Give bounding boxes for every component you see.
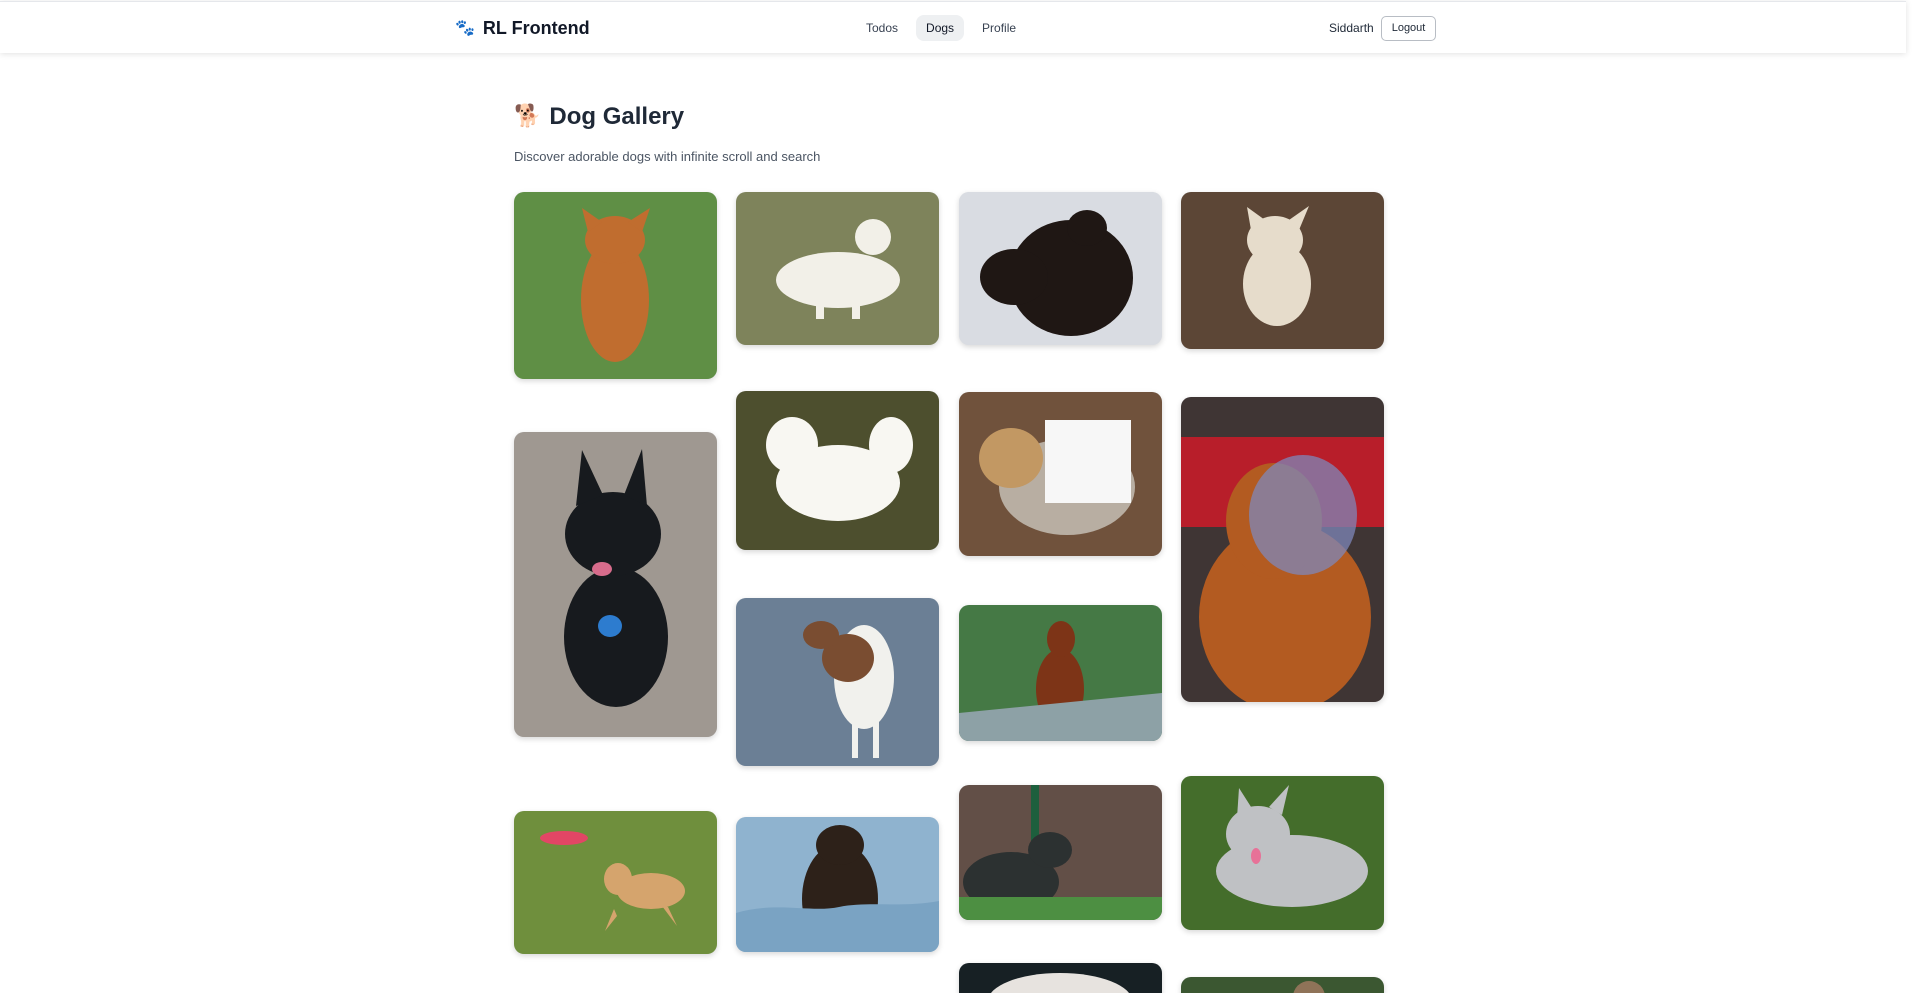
dog-card-11[interactable]: Dog photo 11 bbox=[514, 811, 717, 954]
dog-photo-alt: Dog photo 1 bbox=[514, 192, 515, 193]
dog-photo-alt: Dog photo 9 bbox=[736, 598, 737, 599]
brand[interactable]: 🐾 RL Frontend bbox=[455, 17, 590, 39]
dog-photo-alt: Dog photo 7 bbox=[959, 392, 960, 393]
nav-dogs-link[interactable]: Dogs bbox=[916, 15, 965, 41]
dog-photo bbox=[736, 391, 939, 550]
dog-photo bbox=[1181, 776, 1384, 930]
dog-card-1[interactable]: Dog photo 1 bbox=[514, 192, 717, 379]
dog-photo-alt: Dog photo 15 bbox=[959, 963, 960, 964]
dog-card-13[interactable]: Dog photo 13 bbox=[959, 785, 1162, 920]
dog-card-4[interactable]: Dog photo 4 bbox=[1181, 192, 1384, 349]
dog-photo bbox=[959, 392, 1162, 556]
dog-photo bbox=[736, 817, 939, 952]
dog-photo bbox=[1181, 977, 1384, 993]
dog-card-15[interactable]: Dog photo 15 bbox=[959, 963, 1162, 993]
dog-card-8[interactable]: Dog photo 8 bbox=[1181, 397, 1384, 702]
dog-photo-alt: Dog photo 2 bbox=[736, 192, 737, 193]
dog-photo bbox=[736, 192, 939, 345]
dog-photo-alt: Dog photo 6 bbox=[736, 391, 737, 392]
nav-todos-link[interactable]: Todos bbox=[856, 15, 908, 41]
user-area: Siddarth Logout bbox=[1329, 15, 1437, 41]
dog-photo bbox=[959, 785, 1162, 920]
dog-photo-alt: Dog photo 14 bbox=[1181, 776, 1182, 777]
dog-photo bbox=[736, 598, 939, 766]
dog-card-2[interactable]: Dog photo 2 bbox=[736, 192, 939, 345]
logout-button[interactable]: Logout bbox=[1380, 15, 1437, 41]
dog-photo-alt: Dog photo 4 bbox=[1181, 192, 1182, 193]
dog-photo-alt: Dog photo 10 bbox=[959, 605, 960, 606]
dog-card-7[interactable]: Dog photo 7 bbox=[959, 392, 1162, 556]
main-content: 🐕 Dog Gallery Discover adorable dogs wit… bbox=[514, 52, 1384, 993]
dog-photo bbox=[959, 963, 1162, 993]
dog-photo bbox=[514, 192, 717, 379]
dog-photo bbox=[1181, 397, 1384, 702]
dog-card-6[interactable]: Dog photo 6 bbox=[736, 391, 939, 550]
dog-photo-alt: Dog photo 8 bbox=[1181, 397, 1182, 398]
dog-card-3[interactable]: Dog photo 3 bbox=[959, 192, 1162, 345]
dog-gallery: Dog photo 1 Dog photo 2 bbox=[514, 52, 1384, 993]
dog-photo bbox=[959, 605, 1162, 741]
nav-profile-link[interactable]: Profile bbox=[972, 15, 1026, 41]
dog-photo-alt: Dog photo 11 bbox=[514, 811, 515, 812]
main-nav: Todos Dogs Profile bbox=[856, 15, 1026, 41]
dog-photo-alt: Dog photo 5 bbox=[514, 432, 515, 433]
dog-photo bbox=[959, 192, 1162, 345]
dog-photo-alt: Dog photo 13 bbox=[959, 785, 960, 786]
username: Siddarth bbox=[1329, 21, 1374, 35]
dog-photo bbox=[1181, 192, 1384, 349]
dog-photo bbox=[514, 432, 717, 737]
dog-card-14[interactable]: Dog photo 14 bbox=[1181, 776, 1384, 930]
dog-card-12[interactable]: Dog photo 12 bbox=[736, 817, 939, 952]
top-navbar: 🐾 RL Frontend Todos Dogs Profile Siddart… bbox=[0, 1, 1906, 53]
dog-photo-alt: Dog photo 12 bbox=[736, 817, 737, 818]
dog-card-10[interactable]: Dog photo 10 bbox=[959, 605, 1162, 741]
dog-photo bbox=[514, 811, 717, 954]
app-window: 🐾 RL Frontend Todos Dogs Profile Siddart… bbox=[0, 0, 1912, 993]
dog-photo-alt: Dog photo 16 bbox=[1181, 977, 1182, 978]
dog-card-9[interactable]: Dog photo 9 bbox=[736, 598, 939, 766]
dog-card-5[interactable]: Dog photo 5 bbox=[514, 432, 717, 737]
brand-title: RL Frontend bbox=[482, 18, 590, 38]
paw-icon: 🐾 bbox=[455, 18, 475, 37]
dog-photo-alt: Dog photo 3 bbox=[959, 192, 960, 193]
dog-card-16[interactable]: Dog photo 16 bbox=[1181, 977, 1384, 993]
